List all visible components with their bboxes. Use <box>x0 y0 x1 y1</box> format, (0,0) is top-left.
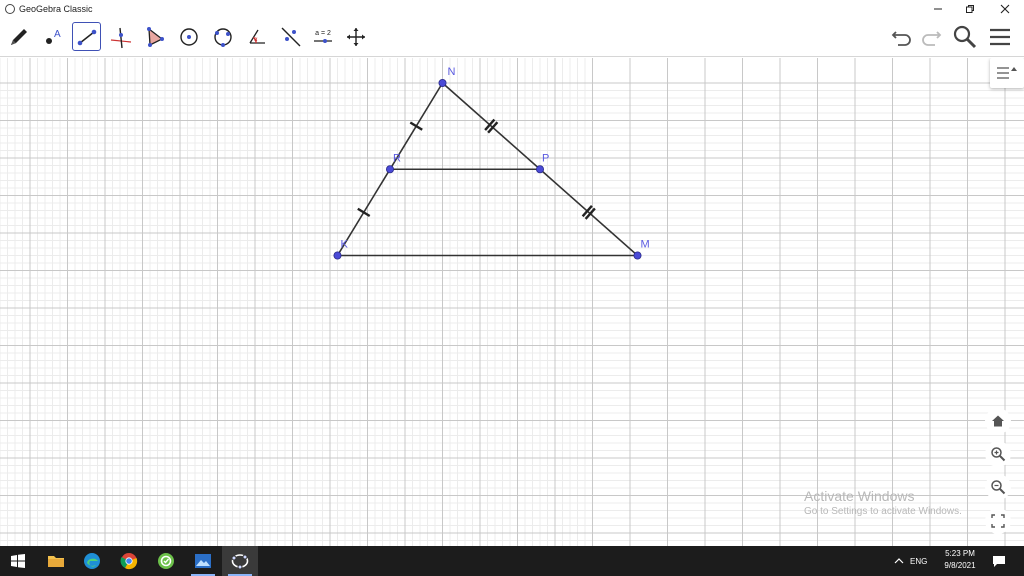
taskbar-photos[interactable] <box>185 546 221 576</box>
style-bar-toggle[interactable] <box>990 58 1024 88</box>
point-k <box>333 251 342 260</box>
point-p <box>536 165 545 174</box>
chrome-icon <box>120 553 138 570</box>
close-button[interactable] <box>988 0 1022 17</box>
svg-text:A: A <box>54 29 61 40</box>
taskbar-chrome[interactable] <box>111 546 147 576</box>
taskbar-edge[interactable] <box>74 546 110 576</box>
segment-tool[interactable] <box>72 22 101 51</box>
main-menu-button[interactable] <box>985 22 1015 52</box>
standard-view-button[interactable] <box>985 408 1011 434</box>
segment-icon <box>77 29 96 45</box>
zoom-out-button[interactable] <box>985 474 1011 500</box>
zoom-out-icon <box>991 480 1006 495</box>
redo-button[interactable] <box>916 22 946 52</box>
taskbar-file-explorer[interactable] <box>38 546 74 576</box>
taskbar-app[interactable] <box>148 546 184 576</box>
slider-tool-label: a = 2 <box>315 30 331 37</box>
start-button[interactable] <box>0 546 36 576</box>
point-tool[interactable]: A <box>38 22 67 51</box>
circle-center-point-tool[interactable] <box>174 22 203 51</box>
pen-icon <box>10 28 27 45</box>
toolbar: A α a = 2 <box>0 17 1024 57</box>
polygon-icon <box>146 26 164 47</box>
undo-icon <box>891 31 911 46</box>
move-graphics-tool[interactable] <box>341 22 370 51</box>
minimize-button[interactable] <box>921 0 955 17</box>
point-label-p: P <box>542 152 549 164</box>
polygon-tool[interactable] <box>140 22 169 51</box>
tray-overflow-button[interactable] <box>889 546 909 576</box>
point-r <box>385 165 394 174</box>
angle-icon: α <box>248 29 265 44</box>
minor-grid <box>0 58 1024 546</box>
fullscreen-button[interactable] <box>985 508 1011 534</box>
zoom-in-icon <box>991 447 1006 462</box>
taskbar: ENG 5:23 PM 9/8/2021 <box>0 546 1024 576</box>
chevron-up-icon <box>894 558 904 564</box>
zoom-in-button[interactable] <box>985 441 1011 467</box>
watermark-subtitle: Go to Settings to activate Windows. <box>804 506 962 517</box>
slider-icon: a = 2 <box>313 30 332 43</box>
clock-time: 5:23 PM <box>945 549 975 558</box>
photos-icon <box>195 554 211 568</box>
title-bar: GeoGebra Classic <box>0 0 1024 17</box>
svg-text:α: α <box>254 37 258 43</box>
point-label-n: N <box>448 66 456 78</box>
menu-icon <box>990 28 1010 46</box>
clock-date: 9/8/2021 <box>944 561 976 570</box>
circle-icon <box>179 27 198 46</box>
perpendicular-line-tool[interactable] <box>106 22 135 51</box>
geogebra-logo-icon <box>5 3 15 14</box>
circle-three-points-tool[interactable] <box>208 22 237 51</box>
geogebra-icon <box>231 554 249 570</box>
move-icon <box>346 27 365 46</box>
search-button[interactable] <box>950 22 980 52</box>
circle-three-points-icon <box>213 27 232 47</box>
reflect-icon <box>281 27 300 46</box>
taskbar-clock[interactable]: 5:23 PM 9/8/2021 <box>936 549 984 570</box>
angle-tool[interactable]: α <box>242 22 271 51</box>
point-label-k: K <box>341 239 349 251</box>
window-title: GeoGebra Classic <box>19 3 93 14</box>
slider-tool[interactable]: a = 2 <box>308 22 337 51</box>
app-icon <box>158 553 174 569</box>
undo-button[interactable] <box>887 22 917 52</box>
home-icon <box>992 415 1004 427</box>
activate-windows-watermark: Activate Windows Go to Settings to activ… <box>804 488 962 517</box>
redo-icon <box>922 31 942 46</box>
fullscreen-icon <box>991 514 1005 528</box>
edge-icon <box>84 553 100 569</box>
point-icon: A <box>45 29 61 44</box>
watermark-title: Activate Windows <box>804 488 915 504</box>
point-label-r: R <box>393 152 401 164</box>
file-explorer-icon <box>48 556 64 567</box>
search-icon <box>953 25 977 49</box>
point-m <box>633 251 642 260</box>
reflect-tool[interactable] <box>276 22 305 51</box>
point-label-m: M <box>641 239 650 251</box>
notification-center-button[interactable] <box>984 546 1014 576</box>
perpendicular-icon <box>110 27 131 48</box>
restore-button[interactable] <box>953 0 987 17</box>
input-language[interactable]: ENG <box>910 546 927 576</box>
notification-icon <box>993 555 1005 567</box>
geogebra-window: GeoGebra Classic A α a = 2 N R P K M Act… <box>0 0 1024 576</box>
point-n <box>438 78 447 87</box>
pen-tool[interactable] <box>4 22 33 51</box>
style-bar-icon <box>997 67 1017 79</box>
graphics-view[interactable]: N R P K M Activate Windows Go to Settings to… <box>0 58 1024 546</box>
windows-start-icon <box>11 554 25 568</box>
graphics-canvas[interactable]: N R P K M <box>0 58 1024 546</box>
taskbar-geogebra[interactable] <box>222 546 258 576</box>
